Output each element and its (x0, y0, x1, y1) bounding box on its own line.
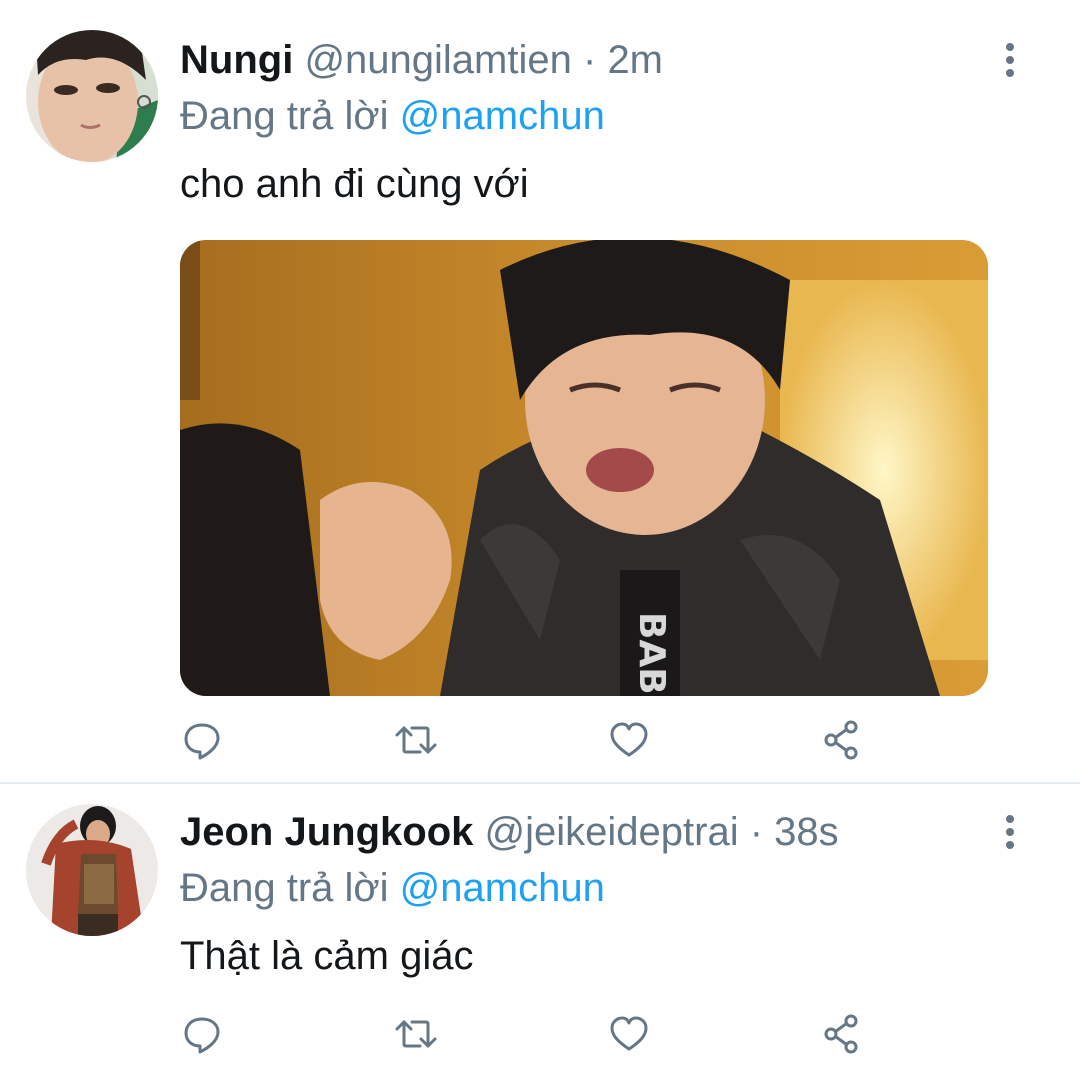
tweet-media-photo[interactable]: BAB (180, 240, 988, 696)
reply-icon[interactable] (180, 1012, 224, 1056)
tweet-header: Nungi @nungilamtien · 2m (180, 36, 663, 84)
retweet-icon[interactable] (394, 718, 438, 762)
share-icon[interactable] (820, 718, 864, 762)
reply-icon[interactable] (180, 718, 224, 762)
handle[interactable]: @nungilamtien (304, 38, 571, 82)
tweet-text: cho anh đi cùng với (180, 162, 529, 206)
mention-link[interactable]: @namchun (400, 866, 605, 910)
display-name[interactable]: Nungi (180, 38, 293, 82)
replying-to: Đang trả lời @namchun (180, 92, 605, 140)
replying-to-label: Đang trả lời (180, 866, 389, 910)
avatar[interactable] (26, 804, 158, 936)
more-vertical-icon[interactable] (990, 40, 1030, 80)
mention-link[interactable]: @namchun (400, 94, 605, 138)
tweet-actions (0, 1012, 1080, 1056)
avatar-image (26, 804, 158, 936)
share-icon[interactable] (820, 1012, 864, 1056)
handle[interactable]: @jeikeideptrai (485, 810, 739, 854)
tweet-header: Jeon Jungkook @jeikeideptrai · 38s (180, 808, 839, 856)
timestamp[interactable]: 38s (774, 810, 839, 854)
tweet-text: Thật là cảm giác (180, 934, 474, 978)
more-vertical-icon[interactable] (990, 812, 1030, 852)
retweet-icon[interactable] (394, 1012, 438, 1056)
separator: · (749, 810, 764, 854)
avatar-image (26, 30, 158, 162)
svg-text:BAB: BAB (631, 612, 672, 695)
tweet-actions (0, 718, 1080, 762)
replying-to-label: Đang trả lời (180, 94, 389, 138)
avatar[interactable] (26, 30, 158, 162)
display-name[interactable]: Jeon Jungkook (180, 810, 473, 854)
media-image: BAB (180, 240, 988, 696)
separator: · (582, 38, 597, 82)
like-icon[interactable] (607, 718, 651, 762)
tweet[interactable]: Jeon Jungkook @jeikeideptrai · 38s Đang … (0, 784, 1080, 1068)
timestamp[interactable]: 2m (607, 38, 663, 82)
replying-to: Đang trả lời @namchun (180, 864, 605, 912)
tweet[interactable]: Nungi @nungilamtien · 2m Đang trả lời @n… (0, 0, 1080, 782)
like-icon[interactable] (607, 1012, 651, 1056)
